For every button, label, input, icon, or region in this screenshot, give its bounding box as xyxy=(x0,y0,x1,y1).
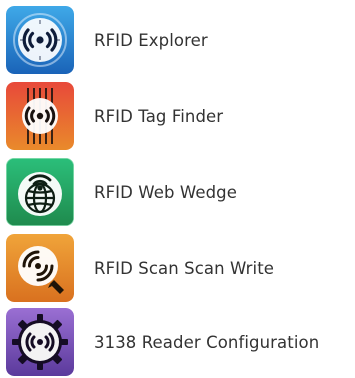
rfid-web-wedge-icon[interactable] xyxy=(6,158,74,226)
app-label-rfid-scan-scan-write: RFID Scan Scan Write xyxy=(94,258,275,278)
rfid-tag-finder-icon[interactable] xyxy=(6,82,74,150)
reader-configuration-icon[interactable] xyxy=(6,308,74,376)
app-label-rfid-explorer: RFID Explorer xyxy=(94,30,208,50)
app-item-rfid-scan-scan-write[interactable]: RFID Scan Scan Write xyxy=(0,232,355,304)
app-item-rfid-tag-finder[interactable]: RFID Tag Finder xyxy=(0,80,355,152)
app-item-rfid-explorer[interactable]: RFID Explorer xyxy=(0,4,355,76)
app-label-rfid-tag-finder: RFID Tag Finder xyxy=(94,106,224,126)
app-item-rfid-web-wedge[interactable]: RFID Web Wedge xyxy=(0,156,355,228)
app-label-rfid-web-wedge: RFID Web Wedge xyxy=(94,182,237,202)
app-item-reader-configuration[interactable]: 3138 Reader Configuration xyxy=(0,306,355,378)
rfid-scan-write-icon[interactable] xyxy=(6,234,74,302)
app-label-reader-configuration: 3138 Reader Configuration xyxy=(94,332,320,352)
rfid-explorer-icon[interactable] xyxy=(6,6,74,74)
app-list: RFID Explorer RFID Tag Finder RFID Web W… xyxy=(0,0,355,376)
